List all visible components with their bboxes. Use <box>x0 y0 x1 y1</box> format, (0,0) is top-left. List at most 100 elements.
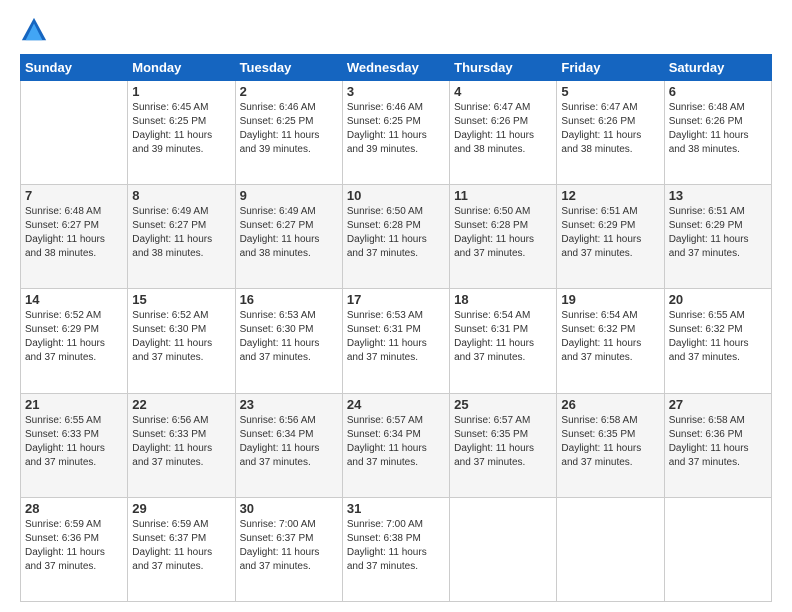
day-info: Sunrise: 6:47 AMSunset: 6:26 PMDaylight:… <box>454 101 552 157</box>
page: Sunday Monday Tuesday Wednesday Thursday… <box>0 0 792 612</box>
calendar-cell: 24 Sunrise: 6:57 AMSunset: 6:34 PMDayligh… <box>342 393 449 497</box>
day-number: 11 <box>454 188 552 203</box>
calendar-cell: 17 Sunrise: 6:53 AMSunset: 6:31 PMDayligh… <box>342 289 449 393</box>
col-friday: Friday <box>557 55 664 81</box>
day-number: 24 <box>347 397 445 412</box>
calendar-cell: 28Sunrise: 6:59 AMSunset: 6:36 PMDayligh… <box>21 497 128 601</box>
day-number: 16 <box>240 292 338 307</box>
day-number: 14 <box>25 292 123 307</box>
calendar-cell: 1 Sunrise: 6:45 AMSunset: 6:25 PMDaylight… <box>128 81 235 185</box>
calendar-cell: 18 Sunrise: 6:54 AMSunset: 6:31 PMDayligh… <box>450 289 557 393</box>
day-number: 22 <box>132 397 230 412</box>
day-number: 26 <box>561 397 659 412</box>
day-number: 27 <box>669 397 767 412</box>
day-info: Sunrise: 6:50 AMSunset: 6:28 PMDaylight:… <box>454 205 552 261</box>
day-number: 7 <box>25 188 123 203</box>
day-info: Sunrise: 6:45 AMSunset: 6:25 PMDaylight:… <box>132 101 230 157</box>
day-number: 17 <box>347 292 445 307</box>
day-info: Sunrise: 6:54 AMSunset: 6:32 PMDaylight:… <box>561 309 659 365</box>
day-info: Sunrise: 6:56 AMSunset: 6:33 PMDaylight:… <box>132 414 230 470</box>
calendar-cell: 2Sunrise: 6:46 AMSunset: 6:25 PMDaylight… <box>235 81 342 185</box>
col-tuesday: Tuesday <box>235 55 342 81</box>
calendar-cell: 14Sunrise: 6:52 AMSunset: 6:29 PMDayligh… <box>21 289 128 393</box>
day-info: Sunrise: 6:46 AMSunset: 6:25 PMDaylight:… <box>240 101 338 157</box>
day-number: 23 <box>240 397 338 412</box>
day-info: Sunrise: 6:58 AMSunset: 6:35 PMDaylight:… <box>561 414 659 470</box>
day-info: Sunrise: 7:00 AMSunset: 6:37 PMDaylight:… <box>240 518 338 574</box>
calendar-cell: 20 Sunrise: 6:55 AMSunset: 6:32 PMDayligh… <box>664 289 771 393</box>
calendar-cell <box>664 497 771 601</box>
day-number: 13 <box>669 188 767 203</box>
calendar-cell: 30 Sunrise: 7:00 AMSunset: 6:37 PMDayligh… <box>235 497 342 601</box>
day-info: Sunrise: 6:57 AMSunset: 6:34 PMDaylight:… <box>347 414 445 470</box>
day-number: 21 <box>25 397 123 412</box>
day-number: 9 <box>240 188 338 203</box>
calendar-cell: 11 Sunrise: 6:50 AMSunset: 6:28 PMDayligh… <box>450 185 557 289</box>
day-info: Sunrise: 6:53 AMSunset: 6:30 PMDaylight:… <box>240 309 338 365</box>
week-row-0: 1 Sunrise: 6:45 AMSunset: 6:25 PMDaylight… <box>21 81 772 185</box>
col-wednesday: Wednesday <box>342 55 449 81</box>
calendar-cell: 6Sunrise: 6:48 AMSunset: 6:26 PMDaylight… <box>664 81 771 185</box>
day-info: Sunrise: 6:57 AMSunset: 6:35 PMDaylight:… <box>454 414 552 470</box>
calendar-cell: 13 Sunrise: 6:51 AMSunset: 6:29 PMDayligh… <box>664 185 771 289</box>
day-info: Sunrise: 6:51 AMSunset: 6:29 PMDaylight:… <box>669 205 767 261</box>
calendar-cell <box>450 497 557 601</box>
week-row-3: 21 Sunrise: 6:55 AMSunset: 6:33 PMDayligh… <box>21 393 772 497</box>
day-info: Sunrise: 6:49 AMSunset: 6:27 PMDaylight:… <box>132 205 230 261</box>
day-number: 8 <box>132 188 230 203</box>
header-row: Sunday Monday Tuesday Wednesday Thursday… <box>21 55 772 81</box>
calendar-cell <box>557 497 664 601</box>
calendar-cell: 8 Sunrise: 6:49 AMSunset: 6:27 PMDaylight… <box>128 185 235 289</box>
calendar-cell: 31Sunrise: 7:00 AMSunset: 6:38 PMDayligh… <box>342 497 449 601</box>
col-monday: Monday <box>128 55 235 81</box>
day-number: 25 <box>454 397 552 412</box>
day-info: Sunrise: 6:58 AMSunset: 6:36 PMDaylight:… <box>669 414 767 470</box>
calendar-cell: 12 Sunrise: 6:51 AMSunset: 6:29 PMDayligh… <box>557 185 664 289</box>
calendar-cell: 7 Sunrise: 6:48 AMSunset: 6:27 PMDaylight… <box>21 185 128 289</box>
day-number: 30 <box>240 501 338 516</box>
day-number: 1 <box>132 84 230 99</box>
calendar-cell: 19 Sunrise: 6:54 AMSunset: 6:32 PMDayligh… <box>557 289 664 393</box>
col-thursday: Thursday <box>450 55 557 81</box>
day-info: Sunrise: 6:53 AMSunset: 6:31 PMDaylight:… <box>347 309 445 365</box>
header <box>20 16 772 44</box>
day-info: Sunrise: 6:48 AMSunset: 6:26 PMDaylight:… <box>669 101 767 157</box>
calendar-cell: 22 Sunrise: 6:56 AMSunset: 6:33 PMDayligh… <box>128 393 235 497</box>
day-info: Sunrise: 6:55 AMSunset: 6:33 PMDaylight:… <box>25 414 123 470</box>
calendar-cell: 4Sunrise: 6:47 AMSunset: 6:26 PMDaylight… <box>450 81 557 185</box>
day-info: Sunrise: 6:56 AMSunset: 6:34 PMDaylight:… <box>240 414 338 470</box>
day-number: 31 <box>347 501 445 516</box>
day-number: 10 <box>347 188 445 203</box>
calendar-cell: 9 Sunrise: 6:49 AMSunset: 6:27 PMDaylight… <box>235 185 342 289</box>
week-row-2: 14Sunrise: 6:52 AMSunset: 6:29 PMDayligh… <box>21 289 772 393</box>
calendar-table: Sunday Monday Tuesday Wednesday Thursday… <box>20 54 772 602</box>
calendar-cell: 21 Sunrise: 6:55 AMSunset: 6:33 PMDayligh… <box>21 393 128 497</box>
day-number: 29 <box>132 501 230 516</box>
day-info: Sunrise: 6:55 AMSunset: 6:32 PMDaylight:… <box>669 309 767 365</box>
day-number: 19 <box>561 292 659 307</box>
calendar-cell: 23 Sunrise: 6:56 AMSunset: 6:34 PMDayligh… <box>235 393 342 497</box>
week-row-4: 28Sunrise: 6:59 AMSunset: 6:36 PMDayligh… <box>21 497 772 601</box>
day-info: Sunrise: 6:47 AMSunset: 6:26 PMDaylight:… <box>561 101 659 157</box>
week-row-1: 7 Sunrise: 6:48 AMSunset: 6:27 PMDaylight… <box>21 185 772 289</box>
calendar-cell: 5Sunrise: 6:47 AMSunset: 6:26 PMDaylight… <box>557 81 664 185</box>
day-info: Sunrise: 6:50 AMSunset: 6:28 PMDaylight:… <box>347 205 445 261</box>
day-number: 12 <box>561 188 659 203</box>
day-info: Sunrise: 6:51 AMSunset: 6:29 PMDaylight:… <box>561 205 659 261</box>
day-number: 18 <box>454 292 552 307</box>
calendar-cell: 3 Sunrise: 6:46 AMSunset: 6:25 PMDaylight… <box>342 81 449 185</box>
day-info: Sunrise: 6:48 AMSunset: 6:27 PMDaylight:… <box>25 205 123 261</box>
day-number: 3 <box>347 84 445 99</box>
day-info: Sunrise: 6:59 AMSunset: 6:37 PMDaylight:… <box>132 518 230 574</box>
day-info: Sunrise: 6:46 AMSunset: 6:25 PMDaylight:… <box>347 101 445 157</box>
day-info: Sunrise: 6:54 AMSunset: 6:31 PMDaylight:… <box>454 309 552 365</box>
day-number: 20 <box>669 292 767 307</box>
calendar-cell: 16 Sunrise: 6:53 AMSunset: 6:30 PMDayligh… <box>235 289 342 393</box>
day-number: 28 <box>25 501 123 516</box>
day-info: Sunrise: 6:49 AMSunset: 6:27 PMDaylight:… <box>240 205 338 261</box>
col-saturday: Saturday <box>664 55 771 81</box>
logo-icon <box>20 16 48 44</box>
calendar-cell: 25 Sunrise: 6:57 AMSunset: 6:35 PMDayligh… <box>450 393 557 497</box>
calendar-cell: 15Sunrise: 6:52 AMSunset: 6:30 PMDayligh… <box>128 289 235 393</box>
calendar-cell: 26 Sunrise: 6:58 AMSunset: 6:35 PMDayligh… <box>557 393 664 497</box>
